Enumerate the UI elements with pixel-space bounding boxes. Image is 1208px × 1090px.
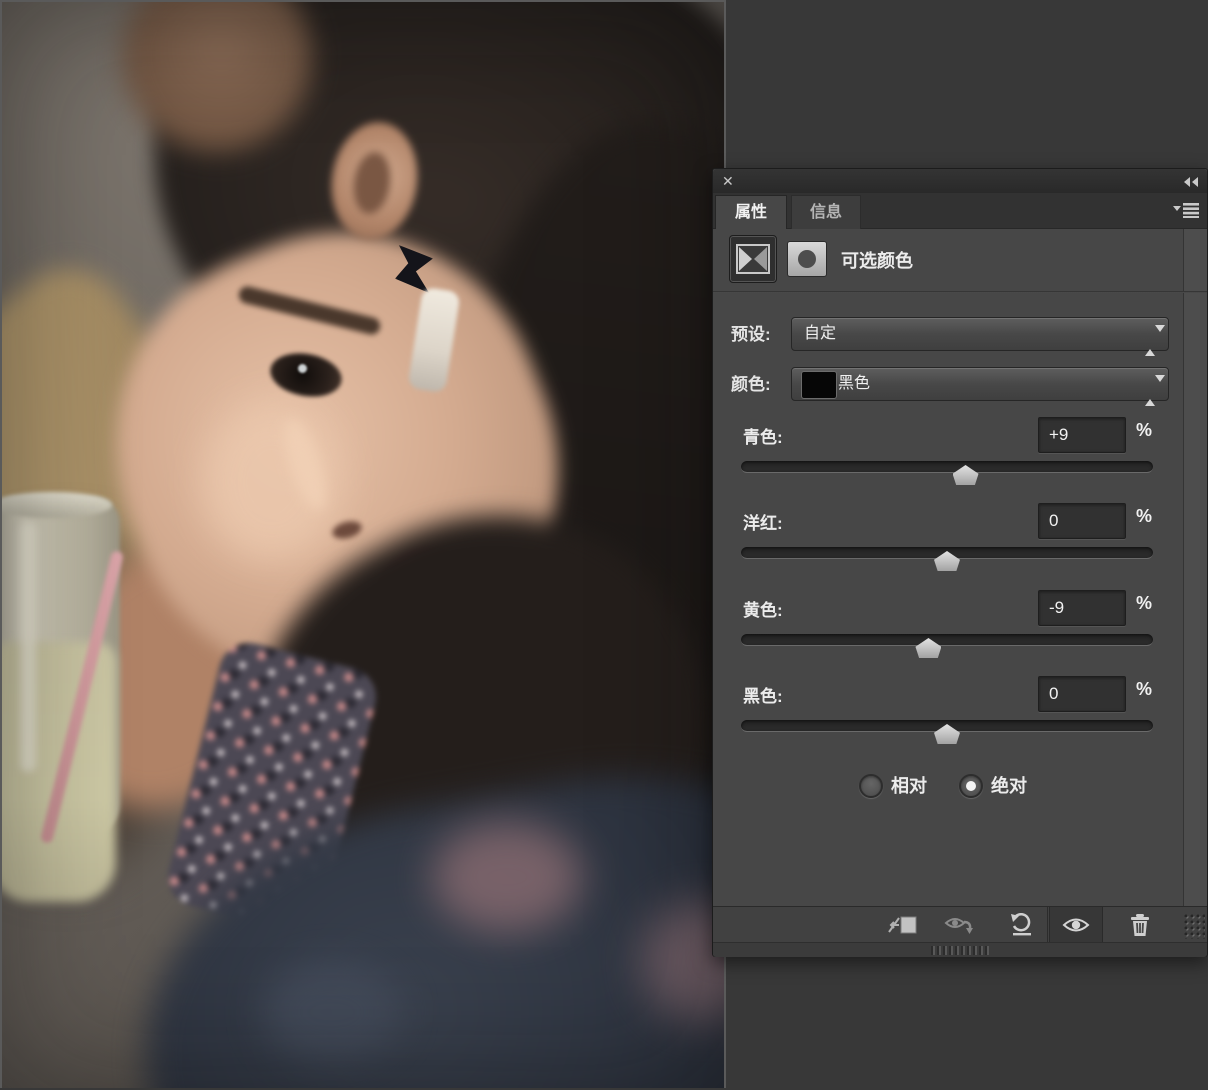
delete-trash-icon[interactable] [1121,910,1159,940]
adjustment-title: 可选颜色 [841,251,913,271]
percent-sign: % [1136,679,1153,699]
panel-toolbar [713,906,1207,943]
panel-drag-handle[interactable] [931,946,989,955]
tab-info[interactable]: 信息 [791,195,861,229]
percent-sign: % [1136,506,1153,526]
cyan-slider-thumb[interactable] [952,465,979,485]
panel-resize-grip[interactable] [1183,913,1205,939]
preset-label: 预设: [731,325,771,344]
black-slider-group: 黑色: 0 % [713,675,1207,761]
close-icon[interactable]: ✕ [722,172,734,190]
cyan-label: 青色: [743,428,783,447]
color-label: 颜色: [731,375,771,394]
preset-value: 自定 [804,325,837,342]
black-value-field[interactable]: 0 [1038,676,1126,712]
separator [713,291,1207,293]
panel-bottom-bar [713,942,1207,957]
radio-dot [966,781,976,791]
document-canvas-photo [0,0,726,1088]
yellow-slider-thumb[interactable] [915,638,942,658]
absolute-label: 绝对 [991,776,1027,796]
relative-label: 相对 [891,776,927,796]
panel-tabbar: 属性 信息 [713,193,1207,229]
percent-sign: % [1136,420,1153,440]
tab-properties[interactable]: 属性 [715,195,787,229]
cyan-slider-group: 青色: +9 % [713,416,1207,502]
dropdown-stepper-icon [1145,375,1165,406]
selective-color-adjustment-icon[interactable] [729,235,777,283]
mask-circle [798,250,816,268]
magenta-slider-group: 洋红: 0 % [713,502,1207,588]
color-swatch [801,371,837,399]
yellow-slider-group: 黄色: -9 % [713,589,1207,675]
reset-icon[interactable] [1003,910,1041,940]
photo-vignette [2,2,724,1088]
percent-sign: % [1136,593,1153,613]
yellow-slider-track[interactable] [741,634,1153,658]
collapse-panel-icon[interactable] [1183,175,1199,193]
magenta-value-field[interactable]: 0 [1038,503,1126,539]
panel-titlebar[interactable]: ✕ [713,169,1207,194]
absolute-radio[interactable] [959,774,983,798]
layer-mask-icon[interactable] [787,241,827,277]
black-slider-track[interactable] [741,720,1153,744]
preset-dropdown[interactable]: 自定 [791,317,1169,356]
yellow-value-field[interactable]: -9 [1038,590,1126,626]
visibility-eye-icon[interactable] [1049,907,1103,943]
panel-menu-icon[interactable] [1173,202,1199,223]
cyan-value-field[interactable]: +9 [1038,417,1126,453]
toolbar-divider [1047,907,1048,943]
black-slider-thumb[interactable] [934,724,960,744]
cyan-slider-track[interactable] [741,461,1153,485]
clip-to-layer-icon[interactable] [883,910,921,940]
magenta-slider-thumb[interactable] [934,551,960,571]
properties-panel: ✕ 属性 信息 可选颜色 预设: 自定 颜色: 黑色 青色: +9 % 洋红: … [712,168,1208,957]
black-label: 黑色: [743,687,783,706]
yellow-label: 黄色: [743,601,783,620]
relative-radio[interactable] [859,774,883,798]
method-radio-row: 相对 绝对 [713,774,1207,802]
dropdown-stepper-icon [1145,325,1165,356]
magenta-slider-track[interactable] [741,547,1153,571]
color-dropdown[interactable]: 黑色 [791,367,1169,406]
view-previous-state-icon[interactable] [941,910,979,940]
color-value: 黑色 [838,375,871,392]
panel-content: 可选颜色 预设: 自定 颜色: 黑色 青色: +9 % 洋红: 0 % 黄色: … [713,229,1207,906]
magenta-label: 洋红: [743,514,783,533]
